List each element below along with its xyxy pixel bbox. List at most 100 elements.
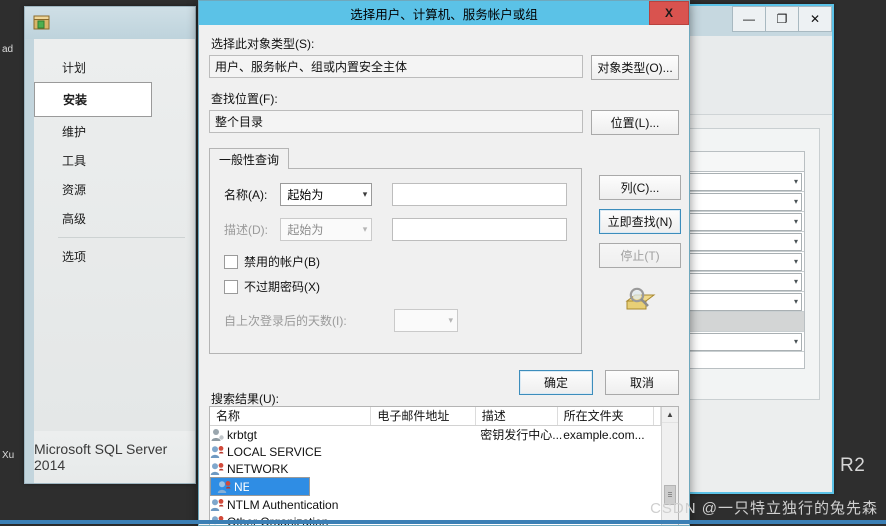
result-name-cell: NETWORK — [210, 462, 374, 476]
chevron-down-icon: ▾ — [448, 315, 453, 325]
name-input[interactable] — [392, 183, 567, 206]
result-folder: example.com... — [563, 427, 645, 442]
maximize-button[interactable]: ❐ — [766, 6, 799, 32]
description-input — [392, 218, 567, 241]
column-header-email[interactable]: 电子邮件地址 — [371, 407, 476, 425]
sql-nav-list[interactable]: 计划 安装 维护 工具 资源 高级 选项 — [34, 39, 195, 271]
locations-button[interactable]: 位置(L)... — [591, 110, 679, 135]
chevron-down-icon: ▾ — [793, 257, 798, 266]
result-name-cell: LOCAL SERVICE — [210, 445, 374, 459]
dialog-action-buttons: 确定 取消 — [519, 370, 679, 395]
location-field[interactable]: 整个目录 — [209, 110, 583, 133]
checkbox-icon[interactable] — [224, 279, 238, 294]
chevron-down-icon: ▾ — [793, 237, 798, 246]
location-row: 整个目录 位置(L)... — [209, 110, 679, 135]
location-label: 查找位置(F): — [211, 92, 278, 106]
query-side-buttons: 列(C)... 立即查找(N) 停止(T) — [599, 175, 681, 314]
days-since-logon-select: ▾ — [394, 309, 458, 332]
tabstrip: 一般性查询 — [209, 147, 582, 169]
sidebar-item-advanced[interactable]: 高级 — [34, 204, 195, 233]
column-header-name[interactable]: 名称 — [210, 407, 372, 425]
result-name: LOCAL SERVICE — [227, 444, 322, 459]
group-icon — [210, 445, 225, 459]
columns-button[interactable]: 列(C)... — [599, 175, 681, 200]
group-icon — [210, 462, 225, 476]
dialog-titlebar: 选择用户、计算机、服务帐户或组 X — [199, 1, 689, 25]
object-types-button[interactable]: 对象类型(O)... — [591, 55, 679, 80]
dialog-title: 选择用户、计算机、服务帐户或组 — [350, 7, 538, 22]
description-query-row: 描述(D): 起始为 ▾ — [224, 218, 567, 241]
list-item-selected[interactable]: NETWORK SERVICE — [210, 477, 310, 496]
edition-text: R2 — [840, 455, 866, 476]
result-name: krbtgt — [227, 427, 258, 442]
disabled-accounts-label: 禁用的帐户(B) — [244, 255, 320, 269]
chevron-down-icon: ▾ — [362, 189, 368, 199]
list-item[interactable]: LOCAL SERVICE — [210, 443, 661, 460]
description-operator-value: 起始为 — [287, 223, 324, 237]
result-name: NTLM Authentication — [227, 497, 339, 512]
result-name: NETWORK SERVICE — [232, 479, 250, 494]
chevron-down-icon: ▾ — [793, 297, 798, 306]
chevron-down-icon: ▾ — [793, 217, 798, 226]
common-queries-groupbox: 名称(A): 起始为 ▾ 描述(D): 起始为 ▾ 禁用的帐户(B) 不过期密码… — [209, 168, 582, 354]
column-header-folder[interactable]: 所在文件夹 — [558, 407, 654, 425]
sidebar-item-resources[interactable]: 资源 — [34, 175, 195, 204]
sql-window-footer-text: Microsoft SQL Server 2014 — [34, 431, 195, 483]
close-button[interactable]: ✕ — [799, 6, 832, 32]
result-name: NETWORK — [227, 461, 289, 476]
sidebar-item-maintenance[interactable]: 维护 — [34, 117, 195, 146]
disabled-accounts-checkbox-row[interactable]: 禁用的帐户(B) — [224, 253, 567, 270]
days-since-logon-row: 自上次登录后的天数(I): ▾ — [224, 309, 567, 332]
description-operator-select: 起始为 ▾ — [280, 218, 373, 241]
chevron-down-icon: ▾ — [362, 224, 368, 234]
result-description: 密钥发行中心... — [480, 428, 563, 442]
column-header-extra[interactable] — [654, 407, 661, 425]
user-icon — [210, 428, 225, 442]
non-expiring-password-label: 不过期密码(X) — [244, 280, 320, 294]
sidebar-item-planning[interactable]: 计划 — [34, 53, 195, 82]
name-operator-select[interactable]: 起始为 ▾ — [280, 183, 373, 206]
search-results-list[interactable]: 名称 电子邮件地址 描述 所在文件夹 krbtgt 密钥发行中心... exam… — [209, 406, 679, 525]
search-results-body: 名称 电子邮件地址 描述 所在文件夹 krbtgt 密钥发行中心... exam… — [210, 407, 661, 525]
checkbox-icon[interactable] — [224, 254, 238, 269]
find-now-button[interactable]: 立即查找(N) — [599, 209, 681, 234]
sql-server-installation-center-window[interactable]: 计划 安装 维护 工具 资源 高级 选项 Microsoft SQL Serve… — [24, 6, 196, 484]
magnifier-folder-icon — [599, 284, 679, 314]
object-type-row: 用户、服务帐户、组或内置安全主体 对象类型(O)... — [209, 55, 679, 80]
result-name-cell: krbtgt — [210, 428, 374, 442]
chevron-down-icon: ▾ — [793, 177, 798, 186]
sql-window-body: 计划 安装 维护 工具 资源 高级 选项 Microsoft SQL Serve… — [34, 39, 195, 483]
chevron-down-icon: ▾ — [793, 337, 798, 346]
minimize-button[interactable]: — — [732, 6, 766, 32]
watermark: CSDN @一只特立独行的兔先森 — [650, 500, 878, 517]
list-item[interactable]: NETWORK — [210, 460, 661, 477]
list-item[interactable]: NTLM Authentication — [210, 496, 661, 513]
group-icon — [210, 498, 225, 512]
object-type-field[interactable]: 用户、服务帐户、组或内置安全主体 — [209, 55, 583, 78]
chevron-down-icon: ▾ — [793, 197, 798, 206]
column-header-description[interactable]: 描述 — [476, 407, 558, 425]
scroll-up-icon[interactable]: ▲ — [662, 407, 678, 423]
ok-button[interactable]: 确定 — [519, 370, 593, 395]
stop-button: 停止(T) — [599, 243, 681, 268]
taskbar — [0, 520, 886, 524]
sidebar-item-options[interactable]: 选项 — [34, 242, 195, 271]
sidebar-item-tools[interactable]: 工具 — [34, 146, 195, 175]
days-since-logon-label: 自上次登录后的天数(I): — [224, 314, 347, 328]
description-label: 描述(D): — [224, 223, 268, 237]
result-name-cell: NTLM Authentication — [210, 498, 374, 512]
desktop-icon-label-1: ad — [2, 44, 14, 55]
cancel-button[interactable]: 取消 — [605, 370, 679, 395]
search-results-header: 名称 电子邮件地址 描述 所在文件夹 — [210, 407, 661, 426]
name-operator-value: 起始为 — [287, 188, 324, 202]
name-label: 名称(A): — [224, 188, 268, 202]
object-type-label: 选择此对象类型(S): — [211, 37, 315, 51]
non-expiring-password-checkbox-row[interactable]: 不过期密码(X) — [224, 278, 567, 295]
tab-common-queries[interactable]: 一般性查询 — [209, 148, 290, 169]
search-results-label: 搜索结果(U): — [211, 392, 279, 406]
sidebar-item-installation[interactable]: 安装 — [34, 82, 152, 117]
name-query-row: 名称(A): 起始为 ▾ — [224, 183, 567, 206]
close-icon[interactable]: X — [649, 1, 689, 25]
list-item[interactable]: krbtgt 密钥发行中心... example.com... — [210, 426, 661, 443]
select-principals-dialog[interactable]: 选择用户、计算机、服务帐户或组 X 选择此对象类型(S): 用户、服务帐户、组或… — [198, 0, 690, 526]
